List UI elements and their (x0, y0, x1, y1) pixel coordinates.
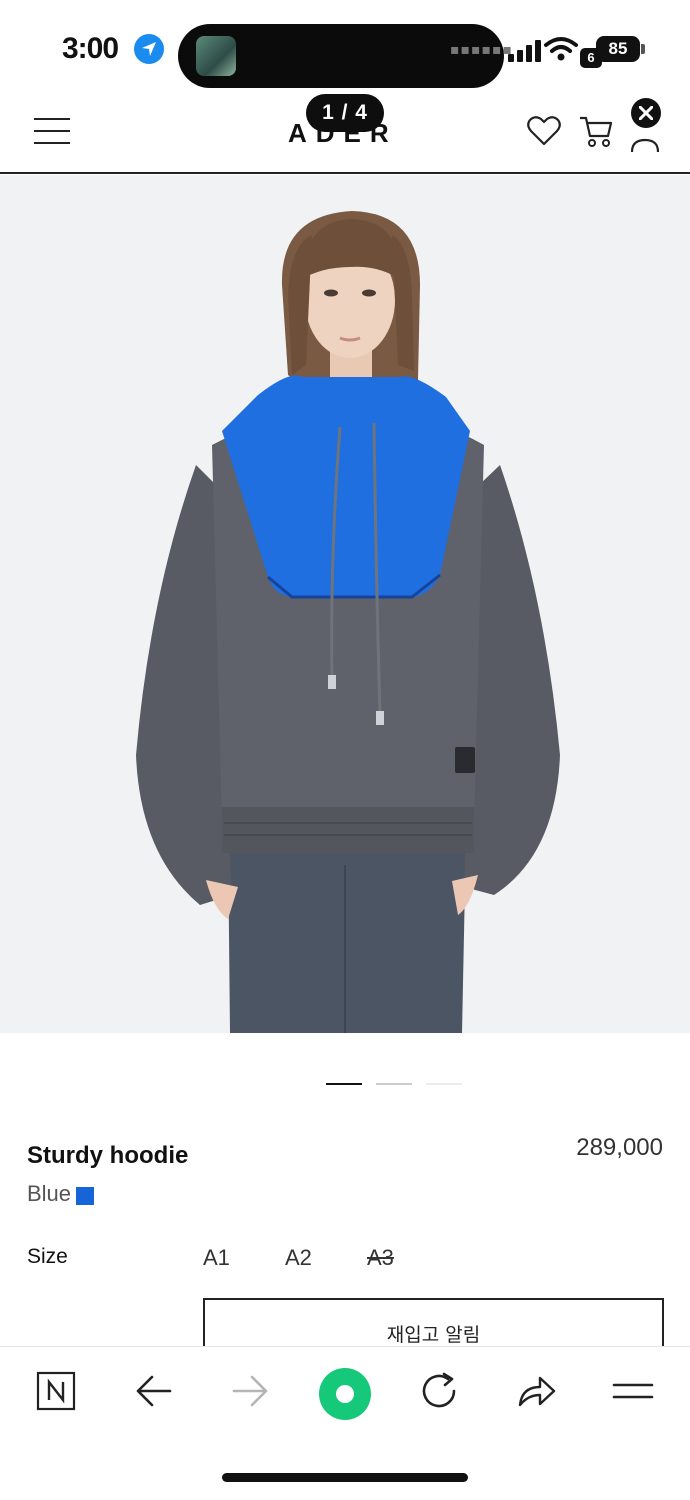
home-indicator[interactable] (222, 1473, 468, 1482)
product-photo (0, 175, 690, 1033)
share-button[interactable] (516, 1369, 576, 1421)
color-name: Blue (27, 1181, 72, 1206)
browser-menu-button[interactable] (612, 1369, 672, 1421)
size-option-a1[interactable]: A1 (203, 1245, 230, 1271)
battery-nub (641, 44, 645, 54)
size-label: Size (27, 1245, 68, 1268)
two-line-menu-icon (612, 1383, 654, 1399)
hamburger-menu-button[interactable] (34, 118, 72, 146)
cart-icon[interactable] (578, 112, 614, 150)
audio-waveform-icon: ▪▪▪▪▪▪ (450, 42, 513, 58)
gallery-pagination (326, 1083, 466, 1087)
product-price: 289,000 (576, 1134, 663, 1161)
image-counter-badge: 1 / 4 (306, 94, 384, 132)
status-bar: 3:00 ▪▪▪▪▪▪ 6 85 (0, 0, 690, 90)
share-arrow-icon (518, 1376, 556, 1407)
wifi-icon (544, 37, 578, 61)
green-dot-icon (319, 1368, 371, 1420)
dynamic-island[interactable]: ▪▪▪▪▪▪ (178, 24, 512, 88)
gallery-dot-active[interactable] (326, 1083, 362, 1085)
browser-toolbar (0, 1346, 690, 1500)
arrow-right-icon (232, 1375, 268, 1407)
heart-icon[interactable] (526, 114, 562, 148)
back-button[interactable] (134, 1369, 194, 1421)
naver-n-icon (36, 1371, 76, 1411)
gallery-dot[interactable] (426, 1083, 462, 1085)
product-name: Sturdy hoodie (27, 1142, 189, 1169)
battery-indicator: 85 (596, 36, 640, 62)
color-swatch[interactable] (76, 1187, 94, 1205)
reload-icon (422, 1372, 456, 1408)
status-time: 3:00 (62, 32, 119, 65)
site-header: ADER 1 / 4 (0, 90, 690, 174)
gallery-dot[interactable] (376, 1083, 412, 1085)
size-option-a2[interactable]: A2 (285, 1245, 312, 1271)
forward-button[interactable] (230, 1369, 290, 1421)
cellular-signal-icon (508, 40, 544, 62)
size-option-a3-soldout[interactable]: A3 (367, 1245, 394, 1271)
product-image-gallery[interactable] (0, 175, 690, 1033)
reload-button[interactable] (420, 1369, 480, 1421)
arrow-left-icon (136, 1375, 172, 1407)
naver-home-button[interactable] (36, 1369, 96, 1421)
green-dot-button[interactable] (318, 1367, 378, 1420)
now-playing-thumbnail (196, 36, 236, 76)
location-arrow-icon (134, 34, 164, 64)
close-icon[interactable] (631, 98, 661, 128)
